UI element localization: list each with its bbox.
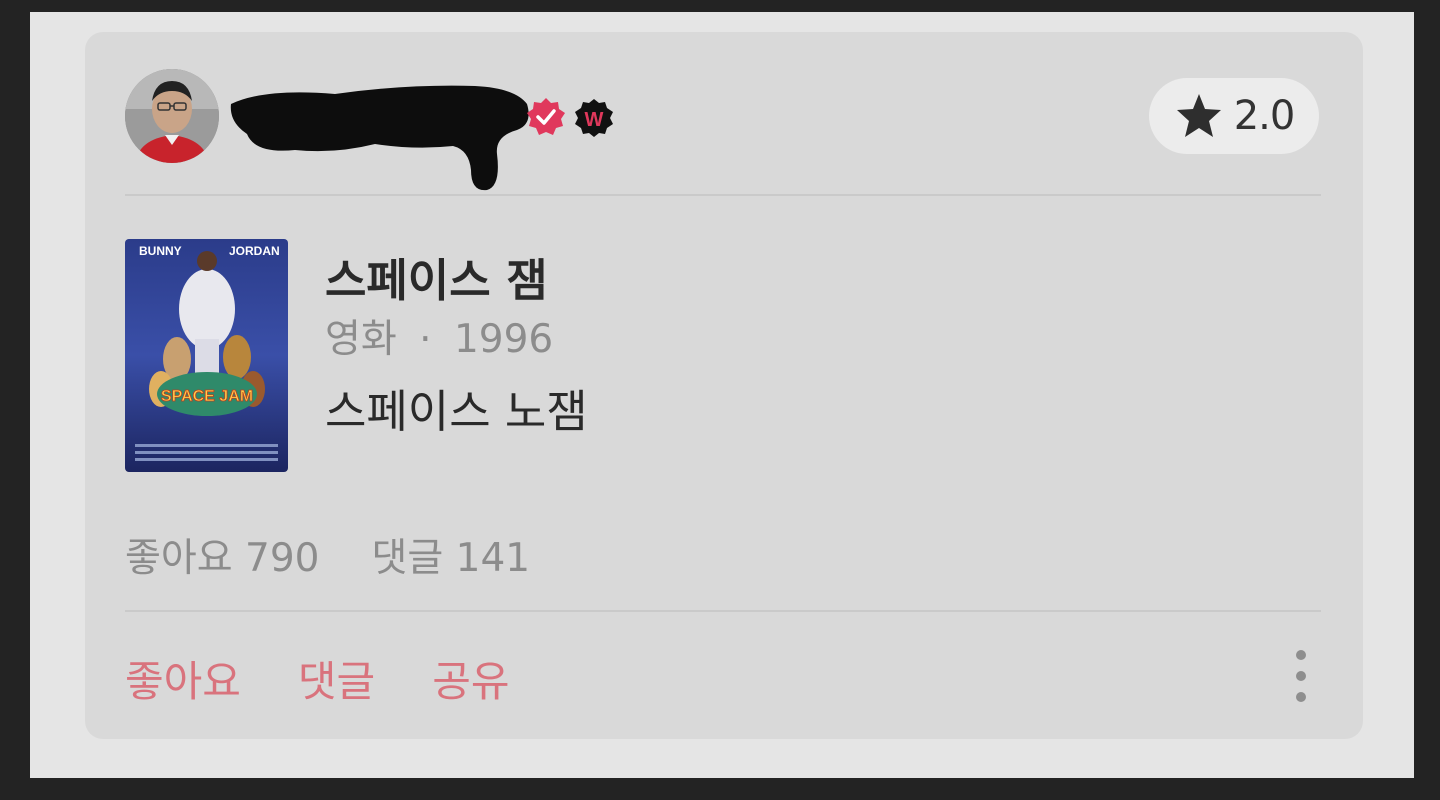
movie-meta: 영화 · 1996 [325, 308, 553, 364]
w-badge-letter: W [585, 109, 604, 131]
poster-image: BUNNY JORDAN SPACE JAM [125, 239, 288, 472]
rating-value: 2.0 [1233, 93, 1296, 139]
like-count[interactable]: 좋아요 790 [125, 527, 319, 583]
movie-category: 영화 [325, 317, 397, 362]
poster-text-left: BUNNY [139, 244, 182, 258]
rating-badge: 2.0 [1149, 78, 1319, 154]
header-divider [125, 194, 1321, 196]
movie-poster[interactable]: BUNNY JORDAN SPACE JAM [125, 239, 288, 472]
kebab-menu-icon[interactable] [1281, 644, 1321, 708]
comment-count[interactable]: 댓글 141 [371, 527, 530, 583]
actions-divider [125, 610, 1321, 612]
poster-text-right: JORDAN [229, 244, 280, 258]
movie-title[interactable]: 스페이스 잼 [325, 244, 548, 309]
poster-logo: SPACE JAM [161, 388, 253, 405]
action-bar: 좋아요 댓글 공유 [125, 648, 509, 709]
movie-year: 1996 [453, 317, 554, 362]
avatar-image [125, 69, 219, 163]
user-avatar[interactable] [125, 69, 219, 163]
like-button[interactable]: 좋아요 [125, 648, 241, 709]
share-button[interactable]: 공유 [432, 648, 509, 709]
w-badge-icon: W [573, 97, 615, 139]
verified-check-icon [527, 98, 565, 135]
review-comment[interactable]: 스페이스 노잼 [325, 375, 588, 440]
star-icon [1176, 94, 1221, 137]
review-stats: 좋아요 790 댓글 141 [125, 527, 530, 583]
meta-separator: · [419, 317, 432, 362]
review-card: W 2.0 BUNNY JORDAN SPACE JAM 스페이스 잼 영화 ·… [85, 32, 1363, 739]
redacted-username [230, 85, 529, 191]
comment-button[interactable]: 댓글 [298, 648, 375, 709]
app-screen: W 2.0 BUNNY JORDAN SPACE JAM 스페이스 잼 영화 ·… [30, 12, 1414, 778]
